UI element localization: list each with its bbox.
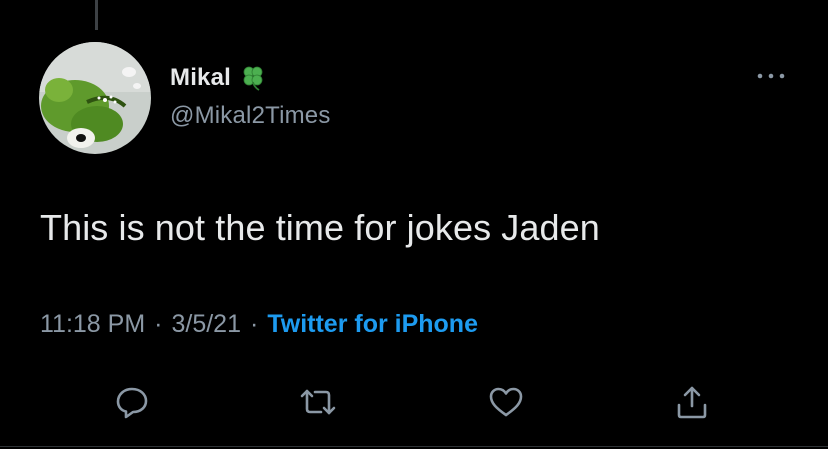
reply-icon [116, 387, 148, 419]
author-display-name[interactable]: Mikal [170, 64, 231, 92]
retweet-button[interactable] [294, 378, 342, 426]
tweet-time[interactable]: 11:18 PM [40, 310, 145, 339]
heart-icon [489, 387, 523, 417]
meta-separator: · [250, 310, 259, 338]
reply-button[interactable] [108, 378, 156, 426]
frog-avatar-image [39, 42, 151, 154]
tweet-metadata: 11:18 PM · 3/5/21 · Twitter for iPhone [40, 310, 478, 339]
tweet-source-link[interactable]: Twitter for iPhone [267, 310, 478, 339]
tweet-text: This is not the time for jokes Jaden [40, 207, 600, 248]
meta-separator: · [154, 310, 163, 338]
like-button[interactable] [482, 378, 530, 426]
avatar[interactable] [39, 42, 151, 154]
author-handle[interactable]: @Mikal2Times [170, 102, 331, 130]
bottom-divider [0, 446, 828, 447]
author-name-row: Mikal [170, 62, 267, 94]
tweet-action-bar [0, 378, 828, 428]
four-leaf-clover-icon [243, 66, 263, 91]
share-icon [677, 386, 707, 419]
more-dots-icon [757, 73, 785, 79]
thread-connector-line [95, 0, 98, 30]
share-button[interactable] [668, 378, 716, 426]
more-options-button[interactable] [752, 62, 790, 90]
tweet-date[interactable]: 3/5/21 [171, 310, 241, 339]
retweet-icon [300, 389, 336, 415]
